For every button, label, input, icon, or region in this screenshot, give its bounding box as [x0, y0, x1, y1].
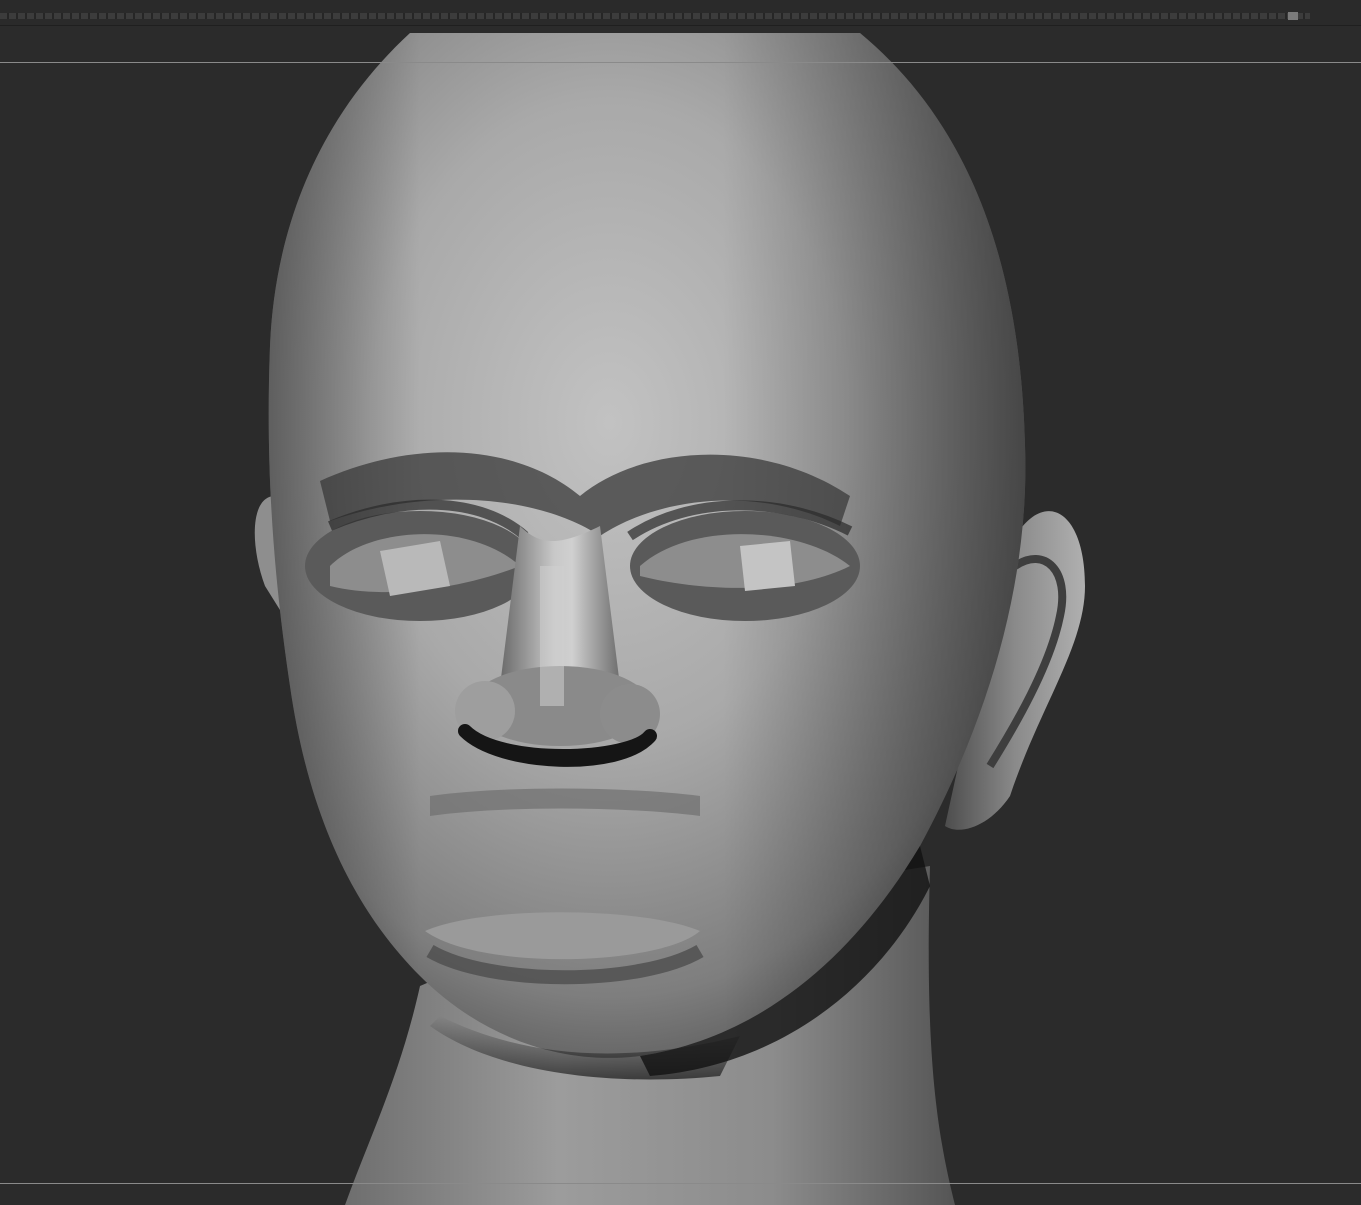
viewport-guide-top: [0, 62, 1361, 63]
sculpt-app-window: [0, 0, 1361, 1205]
nose-highlight: [540, 566, 564, 706]
timeline-track[interactable]: [0, 13, 1310, 19]
timeline-strip[interactable]: [0, 0, 1361, 26]
right-eye-highlight: [740, 541, 795, 591]
3d-viewport[interactable]: [0, 26, 1361, 1205]
left-eye-highlight: [380, 541, 450, 596]
head-model[interactable]: [0, 26, 1361, 1205]
viewport-guide-bottom: [0, 1183, 1361, 1184]
timeline-thumb[interactable]: [1288, 12, 1298, 20]
